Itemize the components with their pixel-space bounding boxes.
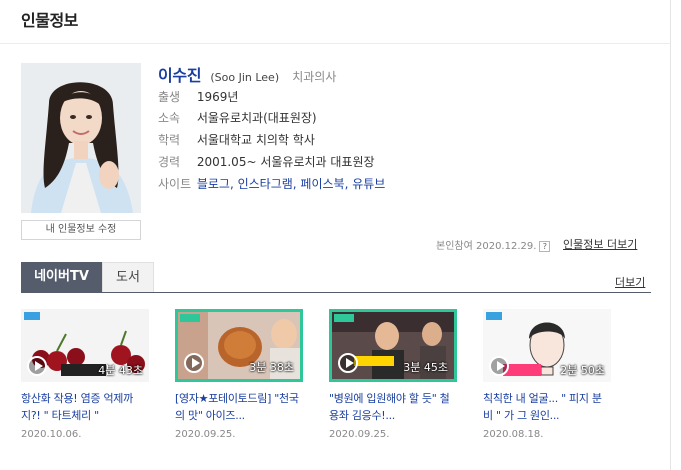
video-item[interactable]: 3분 45초 "병원에 입원해야 할 듯" 철용좌 김응수!... 2020.0… <box>329 309 457 440</box>
video-title[interactable]: "병원에 입원해야 할 듯" 철용좌 김응수!... <box>329 390 457 424</box>
help-icon[interactable]: ? <box>539 241 551 252</box>
person-name[interactable]: 이수진 <box>158 66 202 85</box>
video-title[interactable]: 항산화 작용! 염증 억제까지?! " 타트체리 " <box>21 390 149 424</box>
self-participation-text: 본인참여 2020.12.29. <box>436 241 537 252</box>
video-duration: 3분 38초 <box>249 361 294 374</box>
info-row-site: 사이트 블로그, 인스타그램, 페이스북, 유튜브 <box>158 175 385 192</box>
play-icon <box>489 356 509 376</box>
video-item[interactable]: 2분 50초 칙칙한 내 얼굴... " 피지 분비 " 가 그 원인... 2… <box>483 309 611 440</box>
profile-photo[interactable] <box>21 63 141 213</box>
video-date: 2020.08.18. <box>483 429 544 440</box>
video-item[interactable]: 3분 38초 [영자★포테이토드림] "천국의 맛" 아이즈... 2020.0… <box>175 309 303 440</box>
play-icon <box>27 356 47 376</box>
edit-profile-button[interactable]: 내 인물정보 수정 <box>21 220 141 240</box>
person-info-card: 인물정보 내 인물정보 수정 이수진 (Soo Jin Lee) 치과의사 출생… <box>0 0 671 470</box>
play-icon <box>184 353 204 373</box>
video-duration: 2분 50초 <box>560 364 605 377</box>
video-duration: 3분 45초 <box>403 361 448 374</box>
video-title[interactable]: [영자★포테이토드림] "천국의 맛" 아이즈... <box>175 390 303 424</box>
video-item[interactable]: 4분 43초 항산화 작용! 염증 억제까지?! " 타트체리 " 2020.1… <box>21 309 149 440</box>
more-link[interactable]: 더보기 <box>615 274 645 290</box>
info-value: 서울유로치과(대표원장) <box>196 111 317 125</box>
name-line: 이수진 (Soo Jin Lee) 치과의사 <box>158 62 336 86</box>
info-value: 2001.05~ 서울유로치과 대표원장 <box>196 155 375 169</box>
info-key: 출생 <box>158 90 181 104</box>
video-thumbnail[interactable]: 2분 50초 <box>483 309 611 382</box>
self-participation: 본인참여 2020.12.29.? <box>436 237 551 252</box>
site-links[interactable]: 블로그, 인스타그램, 페이스북, 유튜브 <box>197 177 386 191</box>
info-row-education: 학력 서울대학교 치의학 학사 <box>158 131 315 148</box>
video-thumbnail[interactable]: 3분 45초 <box>329 309 457 382</box>
info-key: 소속 <box>158 111 181 125</box>
video-thumbnail[interactable]: 4분 43초 <box>21 309 149 382</box>
job-title: 치과의사 <box>292 70 337 84</box>
tab-underline <box>21 292 651 293</box>
more-info-link[interactable]: 인물정보 더보기 <box>563 236 637 252</box>
tab-naver-tv[interactable]: 네이버TV <box>21 262 102 292</box>
video-thumbnail[interactable]: 3분 38초 <box>175 309 303 382</box>
video-date: 2020.09.25. <box>175 429 236 440</box>
info-row-career: 경력 2001.05~ 서울유로치과 대표원장 <box>158 153 375 170</box>
info-value: 서울대학교 치의학 학사 <box>196 133 315 147</box>
info-row-birth: 출생 1969년 <box>158 88 238 105</box>
info-key: 사이트 <box>158 177 192 191</box>
tab-books[interactable]: 도서 <box>102 262 154 292</box>
video-title[interactable]: 칙칙한 내 얼굴... " 피지 분비 " 가 그 원인... <box>483 390 611 424</box>
info-value: 1969년 <box>196 90 239 104</box>
video-date: 2020.09.25. <box>329 429 390 440</box>
video-date: 2020.10.06. <box>21 429 82 440</box>
section-title: 인물정보 <box>21 11 78 30</box>
info-key: 학력 <box>158 133 181 147</box>
divider <box>0 43 671 44</box>
english-name: (Soo Jin Lee) <box>210 71 280 84</box>
info-row-affiliation: 소속 서울유로치과(대표원장) <box>158 109 317 126</box>
content-tabs: 네이버TV 도서 <box>21 262 154 292</box>
info-key: 경력 <box>158 155 181 169</box>
video-duration: 4분 43초 <box>98 364 143 377</box>
play-icon <box>338 353 358 373</box>
